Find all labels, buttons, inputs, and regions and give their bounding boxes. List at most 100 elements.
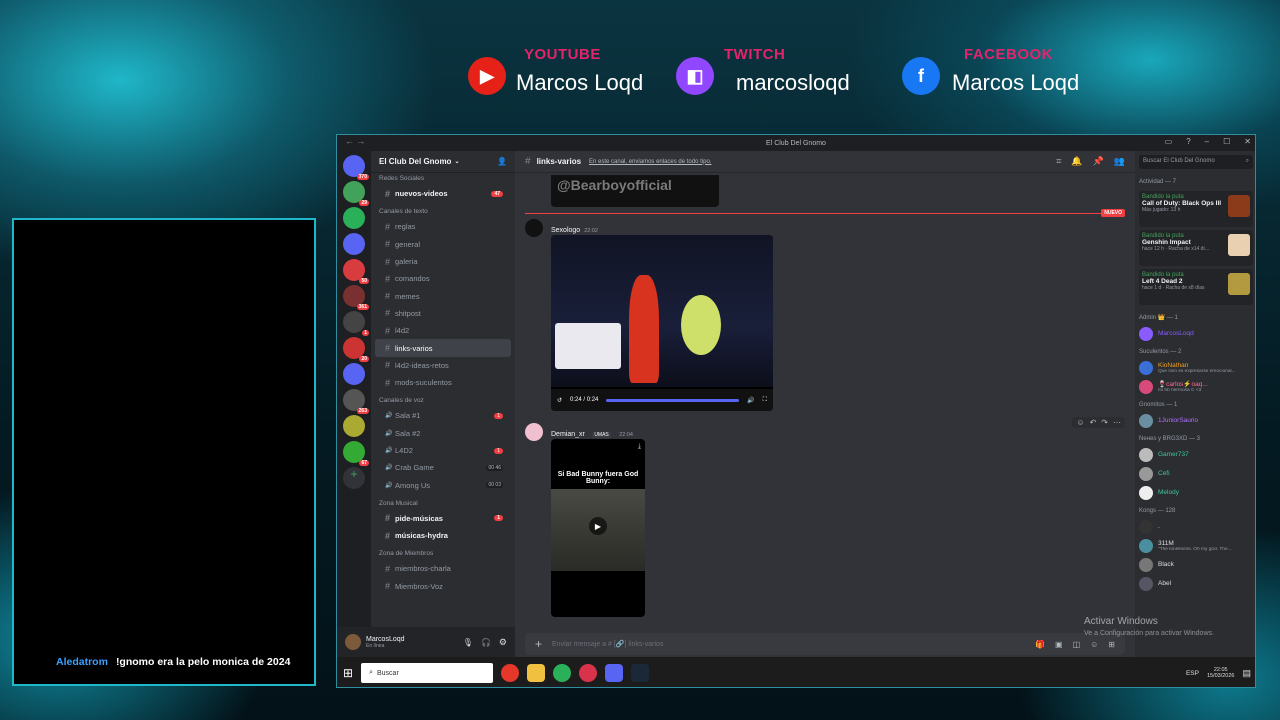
obs-icon[interactable] xyxy=(579,664,598,682)
channel-sala-1[interactable]: 🔊 Sala #1 1 xyxy=(375,407,511,424)
avatar[interactable] xyxy=(1139,447,1153,462)
channel-miembros-charla[interactable]: # miembros-charla xyxy=(375,560,511,577)
channel-m-sicas-hydra[interactable]: # músicas-hydra xyxy=(375,527,511,544)
emoji-icon[interactable]: ☺ xyxy=(1090,640,1098,649)
server-icon[interactable]: 20 xyxy=(343,337,369,362)
category-texto[interactable]: Canales de texto xyxy=(371,202,515,218)
category-redes[interactable]: Redes Sociales xyxy=(371,173,515,185)
member-row[interactable]: KioNathan Que raro es expresarse emociona… xyxy=(1135,358,1255,377)
apps-icon[interactable]: ⊞ xyxy=(1108,640,1115,649)
server-icon[interactable] xyxy=(343,207,365,229)
avatar[interactable] xyxy=(1139,576,1153,591)
taskbar-search[interactable]: ⌕ Buscar xyxy=(361,663,494,683)
windows-start-icon[interactable]: ⊞ xyxy=(343,666,353,680)
video-progress[interactable] xyxy=(606,398,740,402)
notification-icon[interactable]: ▤ xyxy=(1242,668,1251,679)
server-icon[interactable]: 67 xyxy=(343,441,369,466)
gif-icon[interactable]: ▣ xyxy=(1055,640,1063,649)
channel-among-us[interactable]: 🔊 Among Us 00 03 xyxy=(375,476,511,493)
search-bar[interactable]: Buscar El Club Del Gnomo ⌕ xyxy=(1135,151,1255,173)
member-row[interactable]: Cefi xyxy=(1135,464,1255,483)
member-list-icon[interactable]: 👥 xyxy=(1114,156,1125,167)
avatar[interactable] xyxy=(525,423,543,441)
close-button[interactable]: ✕ xyxy=(1244,137,1251,146)
back-arrow-icon[interactable]: ← → xyxy=(345,136,366,146)
member-row[interactable]: Melody xyxy=(1135,483,1255,502)
channel-nuevos-videos[interactable]: # nuevos-videos 47 xyxy=(375,185,511,202)
channel-memes[interactable]: # memes xyxy=(375,287,511,304)
channel-galeria[interactable]: # galeria xyxy=(375,253,511,270)
category-musical[interactable]: Zona Musical xyxy=(371,494,515,510)
volume-icon[interactable]: 🔊 xyxy=(747,397,754,404)
channel-mods-suculentos[interactable]: # mods-suculentos xyxy=(375,374,511,391)
channel-miembros-voz[interactable]: # Miembros-Voz xyxy=(375,578,511,595)
member-row[interactable]: . xyxy=(1135,517,1255,536)
category-miembros[interactable]: Zona de Miembros xyxy=(371,544,515,560)
headphones-icon[interactable]: 🎧 xyxy=(481,638,491,647)
avatar[interactable] xyxy=(1139,485,1153,500)
avatar[interactable] xyxy=(1139,360,1153,375)
member-row[interactable]: Abel xyxy=(1135,574,1255,593)
chrome-icon[interactable] xyxy=(501,664,520,682)
server-icon[interactable] xyxy=(343,363,365,385)
activity-card[interactable]: Bandido la puta Left 4 Dead 2 hace 1 d · R… xyxy=(1139,269,1253,305)
server-icon[interactable] xyxy=(343,415,365,437)
channel-topic[interactable]: En este canal, enviamos enlaces de todo … xyxy=(589,159,711,165)
server-icon[interactable]: 1 xyxy=(343,311,369,336)
bell-icon[interactable]: 🔔 xyxy=(1071,156,1082,167)
inbox-icon[interactable]: ▭ xyxy=(1165,137,1173,146)
channel-l4d2[interactable]: 🔊 L4D2 1 xyxy=(375,442,511,459)
channel-reglas[interactable]: # reglas xyxy=(375,218,511,235)
member-row[interactable]: Gamer737 xyxy=(1135,445,1255,464)
folder-icon[interactable] xyxy=(527,664,546,682)
forward-icon[interactable]: ↷ xyxy=(1101,418,1108,427)
server-header[interactable]: El Club Del Gnomo ⌄ 👤 xyxy=(371,151,515,173)
activity-card[interactable]: Bandido la puta Genshin Impact hace 12 h ·… xyxy=(1139,230,1253,266)
avatar[interactable] xyxy=(1139,326,1153,341)
add-member-icon[interactable]: 👤 xyxy=(497,157,507,166)
download-icon[interactable]: ⤓ xyxy=(638,443,641,451)
member-row[interactable]: 311M "The loneliness. Oh my god. The... xyxy=(1135,536,1255,555)
react-icon[interactable]: ☺ xyxy=(1076,418,1084,427)
server-icon[interactable]: 370 xyxy=(343,155,369,180)
category-voz[interactable]: Canales de voz xyxy=(371,391,515,407)
server-icon[interactable]: 29 xyxy=(343,181,369,206)
message-composer[interactable]: + Enviar mensaje a # [🔗] links-varios 🎁 … xyxy=(525,633,1125,655)
replay-icon[interactable]: ↺ xyxy=(557,397,562,404)
channel-pide-m-sicas[interactable]: # pide-músicas 1 xyxy=(375,510,511,527)
channel-l4d2-ideas-retos[interactable]: # l4d2-ideas-retos xyxy=(375,357,511,374)
avatar[interactable] xyxy=(1139,519,1153,534)
threads-icon[interactable]: ⌗ xyxy=(1056,156,1061,167)
server-icon[interactable]: 50 xyxy=(343,259,369,284)
member-row[interactable]: 🍷carlos⚡oaq... mi bb hermosa C <3 xyxy=(1135,377,1255,396)
plus-icon[interactable]: + xyxy=(535,637,542,651)
avatar[interactable] xyxy=(1139,413,1153,428)
video-player[interactable]: ⤓ Si Bad Bunny fuera God Bunny: ▶ xyxy=(551,439,645,617)
pin-icon[interactable]: 📌 xyxy=(1093,156,1104,167)
gift-icon[interactable]: 🎁 xyxy=(1035,640,1045,649)
help-icon[interactable]: ? xyxy=(1186,137,1190,146)
message-author[interactable]: Sexologo xyxy=(551,227,580,234)
channel-links-varios[interactable]: # links-varios xyxy=(375,339,511,357)
avatar[interactable] xyxy=(1139,557,1153,572)
channel-shitpost[interactable]: # shitpost xyxy=(375,305,511,322)
channel-general[interactable]: # general xyxy=(375,236,511,253)
fullscreen-icon[interactable]: ⛶ xyxy=(763,397,767,404)
gear-icon[interactable]: ⚙ xyxy=(499,637,507,648)
member-row[interactable]: Black xyxy=(1135,555,1255,574)
chrome-icon[interactable] xyxy=(553,664,572,682)
member-row[interactable]: MarcosLoqd xyxy=(1135,324,1255,343)
sticker-icon[interactable]: ◫ xyxy=(1073,640,1081,649)
play-icon[interactable]: ▶ xyxy=(589,517,607,535)
minimize-button[interactable]: – xyxy=(1205,137,1209,146)
maximize-button[interactable]: ☐ xyxy=(1223,137,1230,146)
avatar[interactable] xyxy=(1139,466,1153,481)
video-player[interactable]: ↺ 0:24 / 0:24 🔊 ⛶ xyxy=(551,235,773,411)
reply-icon[interactable]: ↶ xyxy=(1090,418,1097,427)
channel-comandos[interactable]: # comandos xyxy=(375,270,511,287)
server-icon[interactable]: 361 xyxy=(343,285,369,310)
search-input[interactable]: Buscar El Club Del Gnomo xyxy=(1143,158,1215,166)
microphone-icon[interactable]: 🎙 xyxy=(463,638,473,647)
channel-sala-2[interactable]: 🔊 Sala #2 xyxy=(375,425,511,442)
activity-card[interactable]: Bandido la puta Call of Duty: Black Ops I… xyxy=(1139,191,1253,227)
